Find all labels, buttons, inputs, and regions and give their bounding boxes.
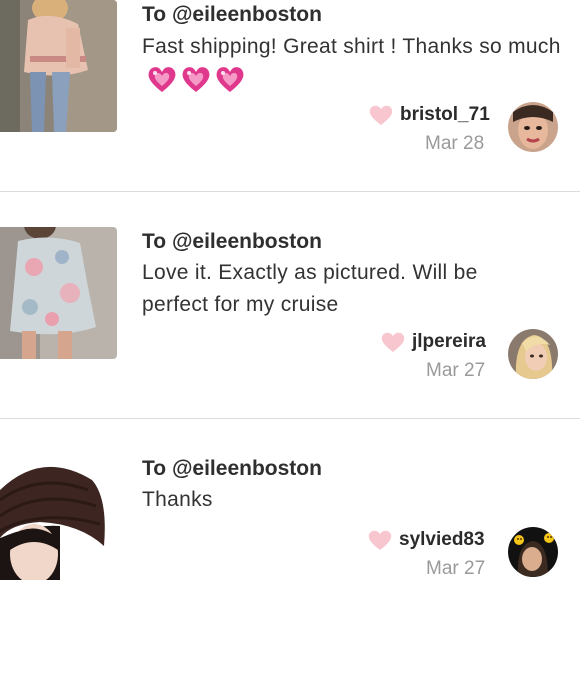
recipient-handle[interactable]: @eileenboston	[172, 230, 322, 253]
listing-thumbnail[interactable]	[0, 0, 117, 132]
to-label: To	[142, 457, 172, 480]
comment-text: Fast shipping! Great shirt ! Thanks so m…	[142, 35, 561, 58]
review-item: To @eileenboston Fast shipping! Great sh…	[0, 0, 580, 226]
review-item: To @eileenboston Love it. Exactly as pic…	[0, 227, 580, 453]
pink-tunic-outfit-photo-icon	[0, 0, 117, 132]
user-avatar-blonde-icon	[508, 329, 558, 379]
reviewer-username[interactable]: jlpereira	[412, 331, 486, 353]
sparkling-heart-icon	[216, 67, 244, 93]
listing-thumbnail[interactable]	[0, 227, 117, 359]
like-heart-icon[interactable]	[367, 529, 393, 551]
review-comment: Love it. Exactly as pictured. Will be pe…	[142, 261, 478, 316]
sparkling-heart-icon	[148, 67, 176, 93]
review-comment: Thanks	[142, 488, 213, 511]
review-item: To @eileenboston Thanks sylvied83 Mar 27	[0, 454, 580, 680]
floral-romper-photo-icon	[0, 227, 117, 359]
like-heart-icon[interactable]	[380, 331, 406, 353]
user-avatar-glam-icon	[508, 102, 558, 152]
review-recipient: To @eileenboston	[142, 230, 322, 254]
review-date: Mar 28	[425, 133, 485, 154]
review-date: Mar 27	[426, 360, 486, 381]
user-avatar[interactable]	[508, 102, 558, 152]
like-heart-icon[interactable]	[368, 104, 394, 126]
reviewer-username[interactable]: bristol_71	[400, 104, 490, 126]
review-recipient: To @eileenboston	[142, 457, 322, 481]
user-avatar-emoji-icon	[508, 527, 558, 577]
review-divider	[0, 418, 580, 419]
recipient-handle[interactable]: @eileenboston	[172, 3, 322, 26]
to-label: To	[142, 3, 172, 26]
review-recipient: To @eileenboston	[142, 3, 322, 27]
brown-beanie-photo-icon	[0, 454, 117, 580]
user-avatar[interactable]	[508, 527, 558, 577]
to-label: To	[142, 230, 172, 253]
review-date: Mar 27	[426, 558, 486, 579]
emoji-hearts	[146, 64, 246, 94]
reviewer-username[interactable]: sylvied83	[399, 529, 485, 551]
review-comment: Fast shipping! Great shirt ! Thanks so m…	[142, 31, 562, 95]
recipient-handle[interactable]: @eileenboston	[172, 457, 322, 480]
sparkling-heart-icon	[182, 67, 210, 93]
review-divider	[0, 191, 580, 192]
user-avatar[interactable]	[508, 329, 558, 379]
listing-thumbnail[interactable]	[0, 454, 117, 580]
